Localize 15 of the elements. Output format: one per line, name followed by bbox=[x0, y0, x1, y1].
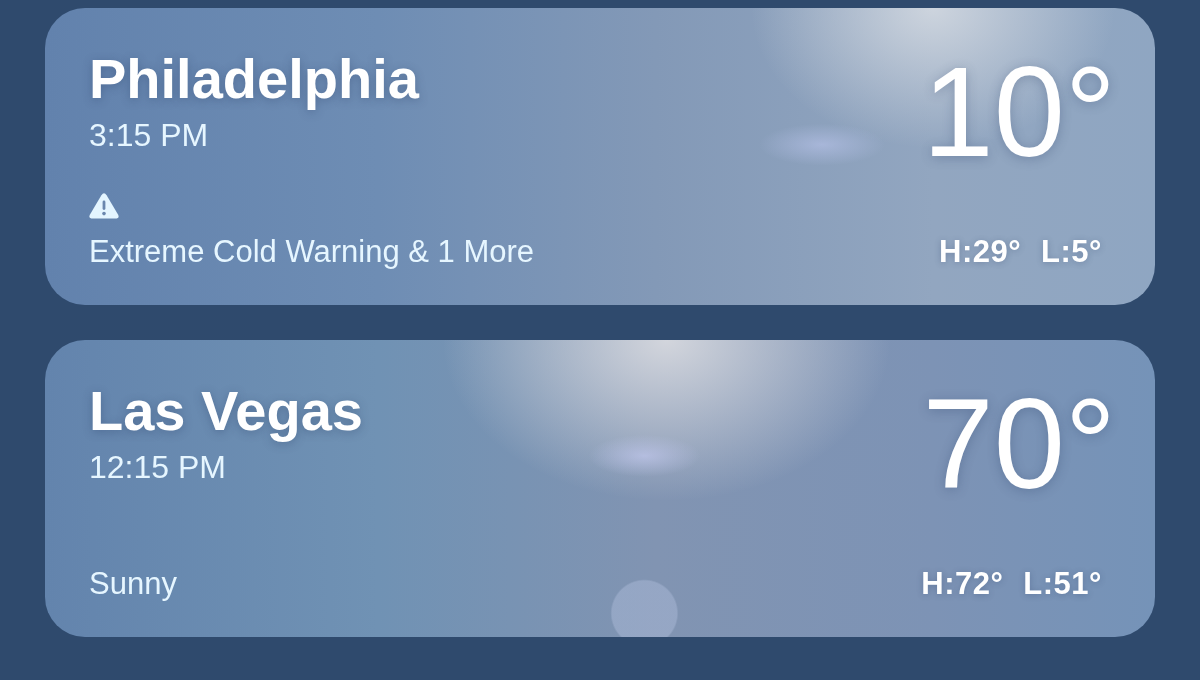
condition-text: Sunny bbox=[89, 565, 177, 602]
high-temperature: H:29° bbox=[939, 233, 1022, 270]
high-temperature: H:72° bbox=[921, 565, 1004, 602]
local-time: 3:15 PM bbox=[89, 116, 209, 154]
low-temperature: L:51° bbox=[1023, 565, 1102, 602]
alert-text: Extreme Cold Warning & 1 More bbox=[89, 233, 535, 270]
low-temperature: L:5° bbox=[1041, 233, 1102, 270]
current-temperature: 70° bbox=[922, 380, 1116, 508]
location-card[interactable]: Philadelphia 3:15 PM Extreme Cold Warning & 1 More 10° H:29° L:5° bbox=[45, 8, 1155, 305]
city-name: Philadelphia bbox=[89, 48, 419, 110]
local-time: 12:15 PM bbox=[89, 448, 226, 486]
warning-icon bbox=[89, 193, 119, 219]
current-temperature: 10° bbox=[922, 48, 1116, 176]
location-card[interactable]: Las Vegas 12:15 PM Sunny 70° H:72° L:51° bbox=[45, 340, 1155, 637]
city-name: Las Vegas bbox=[89, 380, 363, 442]
